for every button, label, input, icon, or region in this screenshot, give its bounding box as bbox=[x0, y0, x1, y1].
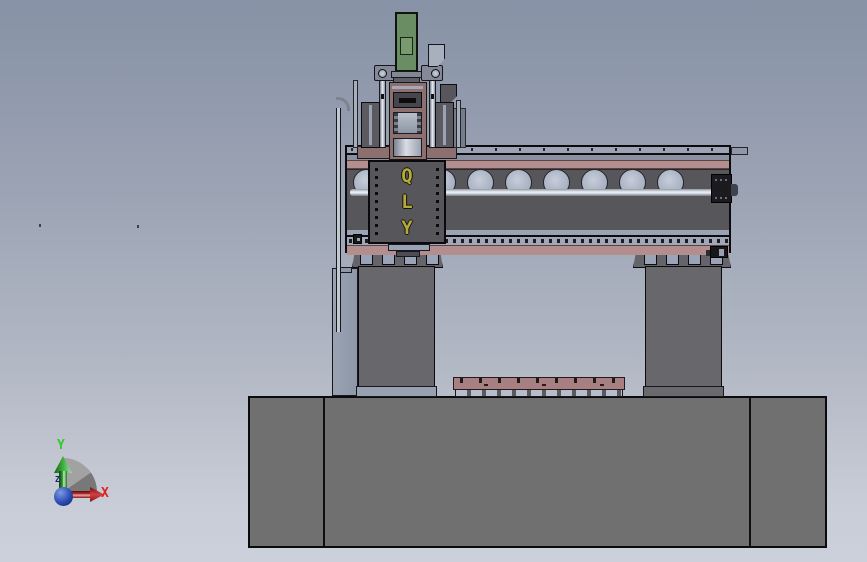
spindle-rib-section bbox=[393, 112, 422, 134]
plate-letter-l: L bbox=[401, 191, 413, 213]
lifting-lug bbox=[421, 65, 443, 81]
bearing-end-nub bbox=[731, 184, 738, 196]
axis-label-z: Z bbox=[55, 475, 60, 484]
bearing-bolts bbox=[715, 179, 728, 181]
saddle-foot-lower bbox=[396, 251, 420, 257]
table-pads bbox=[455, 389, 623, 397]
gear-motor[interactable] bbox=[706, 246, 728, 258]
saddle-foot bbox=[388, 244, 430, 251]
guide-post bbox=[353, 80, 358, 148]
rod-clamp bbox=[381, 94, 384, 99]
work-table[interactable] bbox=[453, 377, 625, 390]
left-column[interactable] bbox=[358, 266, 435, 388]
conduit-bracket bbox=[340, 267, 352, 273]
plate-letter-y: Y bbox=[401, 217, 413, 239]
plate-letter-q: Q bbox=[401, 165, 413, 187]
triad-arc bbox=[63, 458, 97, 492]
right-column[interactable] bbox=[645, 266, 722, 388]
right-column-plinth bbox=[643, 386, 724, 397]
lug-hole bbox=[378, 69, 387, 78]
cable-conduit[interactable] bbox=[336, 108, 341, 332]
rod-clamp bbox=[431, 94, 434, 99]
limit-switch bbox=[353, 234, 362, 244]
panel-slot bbox=[399, 98, 416, 103]
guide-post bbox=[456, 100, 461, 148]
bearing-block[interactable] bbox=[711, 174, 732, 203]
beam-end-tab bbox=[731, 147, 748, 155]
axis-label-y: Y bbox=[57, 438, 65, 453]
plate-marking: Q L Y bbox=[370, 163, 444, 243]
guide-rod bbox=[379, 70, 386, 148]
saddle-plate[interactable]: Q L Y bbox=[368, 160, 446, 244]
bearing-bolts bbox=[715, 197, 728, 199]
lug-hole bbox=[431, 69, 440, 78]
panel-rib bbox=[443, 105, 446, 145]
tower-edge bbox=[392, 86, 423, 89]
background-speck bbox=[39, 224, 41, 227]
cad-viewport[interactable]: Q L Y Y Z X bbox=[0, 0, 867, 562]
rib bbox=[417, 113, 421, 133]
motor-shaft bbox=[706, 250, 710, 256]
motor-mount bbox=[393, 77, 420, 83]
tower-panel bbox=[393, 92, 422, 108]
switch-dot bbox=[357, 238, 360, 241]
origin-sphere bbox=[54, 487, 73, 506]
base-seam bbox=[749, 397, 751, 547]
z-axis-motor[interactable] bbox=[395, 12, 418, 72]
ram-side-panel bbox=[361, 102, 380, 148]
t-slot-dots bbox=[454, 384, 624, 386]
base-seam bbox=[323, 397, 325, 547]
flag-bracket bbox=[428, 44, 445, 67]
ram-side-panel bbox=[435, 102, 454, 148]
machine-base[interactable] bbox=[248, 396, 827, 548]
motor-nameplate bbox=[400, 37, 413, 55]
t-slot-notches bbox=[454, 378, 624, 383]
rib bbox=[394, 113, 398, 133]
left-column-plinth bbox=[356, 386, 437, 397]
motor-face bbox=[719, 249, 724, 256]
background-speck bbox=[137, 225, 139, 228]
spindle-cylinder bbox=[393, 138, 422, 157]
panel-rib bbox=[369, 105, 372, 145]
side-bracket bbox=[440, 84, 457, 104]
orientation-triad[interactable]: Y Z X bbox=[54, 433, 125, 513]
axis-label-x: X bbox=[101, 486, 109, 501]
spindle-tower[interactable] bbox=[389, 82, 427, 160]
